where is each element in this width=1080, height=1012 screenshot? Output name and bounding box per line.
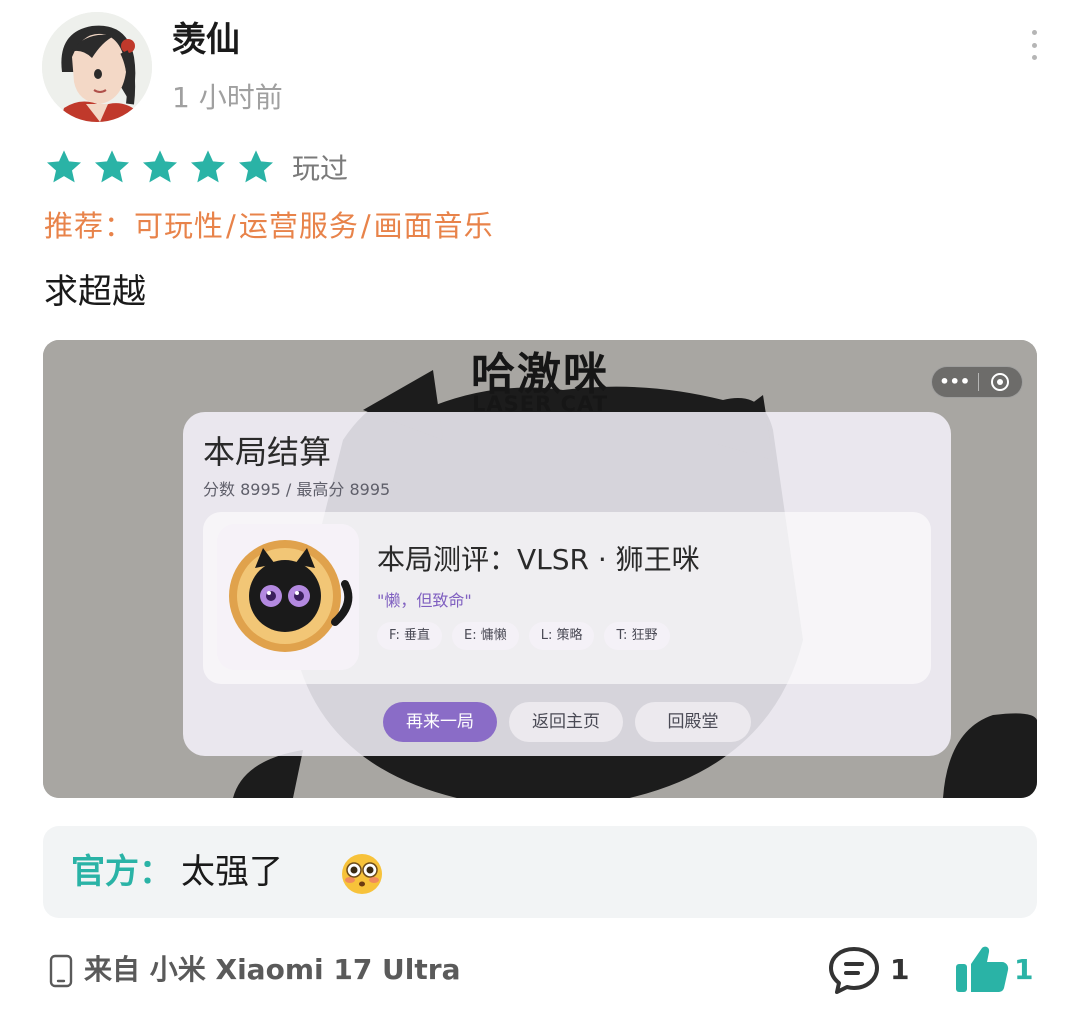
trait-tag: F: 垂直 <box>377 622 442 650</box>
like-count[interactable]: 1 <box>1014 950 1033 990</box>
post-image[interactable]: 哈激咪 LASER CAT ••• 本局结算 分数 8995 / 最高分 899… <box>43 340 1037 798</box>
post-time: 1 小时前 <box>172 81 283 114</box>
panel-buttons: 再来一局 返回主页 回殿堂 <box>383 702 763 742</box>
recommend-item: 画面音乐 <box>373 209 494 243</box>
trait-tag: L: 策略 <box>528 622 595 650</box>
star-icon <box>143 150 177 183</box>
star-icon <box>47 150 81 183</box>
trait-tags: F: 垂直 E: 慵懒 L: 策略 T: 狂野 <box>377 622 680 650</box>
comment-count[interactable]: 1 <box>890 950 909 990</box>
recommend-separator: / <box>226 209 237 243</box>
flushed-face-emoji-icon <box>342 854 382 894</box>
evaluation-card: 本局测评：VLSR · 狮王咪 "懒，但致命" F: 垂直 E: 慵懒 L: 策… <box>203 512 931 684</box>
rating-row: 玩过 <box>44 146 348 188</box>
official-reply-text: 太强了 <box>181 852 283 892</box>
trait-tag: T: 狂野 <box>604 622 670 650</box>
miniprogram-capsule[interactable]: ••• <box>931 366 1023 398</box>
user-avatar[interactable] <box>42 12 152 122</box>
username[interactable]: 羡仙 <box>172 20 240 60</box>
phone-icon <box>49 954 73 988</box>
comment-icon[interactable] <box>826 944 882 996</box>
evaluation-title: 本局测评：VLSR · 狮王咪 <box>377 543 700 576</box>
close-target-icon[interactable] <box>978 373 1022 391</box>
recommend-item: 运营服务 <box>238 209 359 243</box>
played-label: 玩过 <box>292 152 349 185</box>
score-line: 分数 8995 / 最高分 8995 <box>203 480 391 499</box>
recommend-line: 推荐：可玩性/运营服务/画面音乐 <box>44 206 494 246</box>
settlement-panel: 本局结算 分数 8995 / 最高分 8995 本局测评：VLSR · 狮王咪 … <box>183 412 951 756</box>
play-again-button[interactable]: 再来一局 <box>383 702 497 742</box>
lion-cat-icon <box>217 524 359 670</box>
device-info: 来自 小米 Xiaomi 17 Ultra <box>84 953 461 986</box>
evaluation-quote: "懒，但致命" <box>377 591 472 610</box>
official-reply[interactable]: 官方： 太强了 <box>43 826 1037 918</box>
recommend-prefix: 推荐： <box>44 209 135 243</box>
star-icon <box>95 150 129 183</box>
panel-title: 本局结算 <box>203 433 332 471</box>
more-icon[interactable]: ••• <box>932 367 978 397</box>
more-options-icon[interactable] <box>1028 30 1040 60</box>
return-home-button[interactable]: 返回主页 <box>509 702 623 742</box>
recommend-separator: / <box>360 209 372 243</box>
thumbs-up-icon[interactable] <box>954 944 1010 994</box>
trait-tag: E: 慵懒 <box>451 622 519 650</box>
star-icon <box>239 150 273 183</box>
star-icon <box>191 150 225 183</box>
hall-of-fame-button[interactable]: 回殿堂 <box>635 702 751 742</box>
post-content: 求超越 <box>44 272 146 312</box>
official-label: 官方： <box>71 852 173 892</box>
recommend-item: 可玩性 <box>134 209 225 243</box>
